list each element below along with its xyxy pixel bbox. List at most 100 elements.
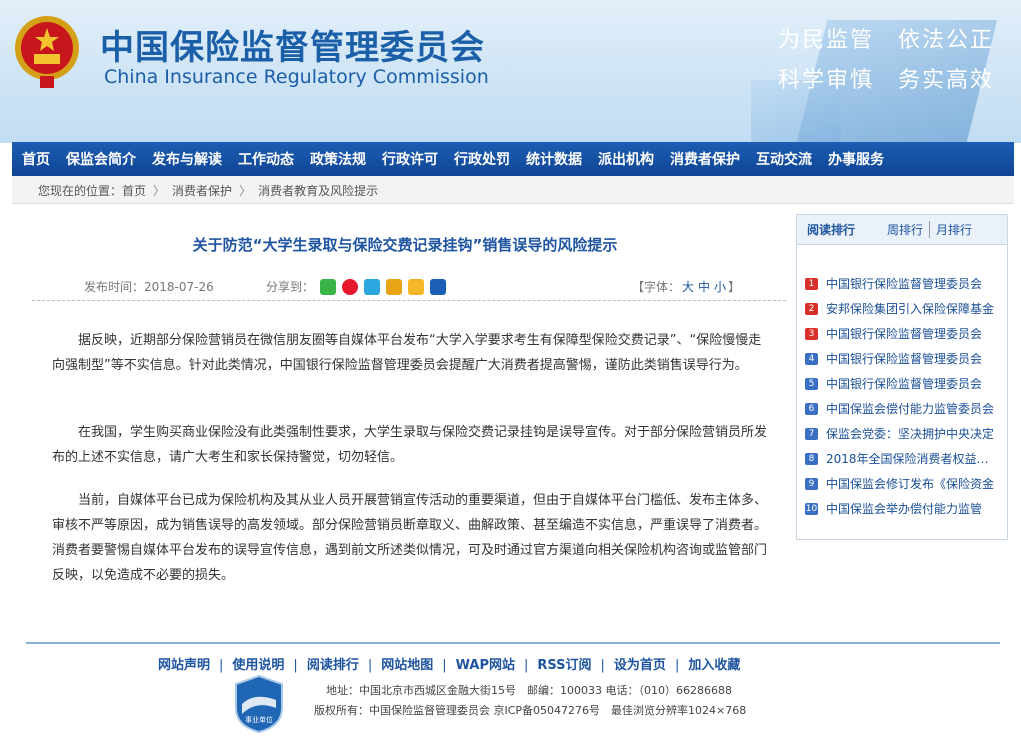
rank-number-badge: 3 <box>805 327 818 340</box>
nav-item-policy[interactable]: 政策法规 <box>310 149 366 169</box>
renren-icon[interactable] <box>430 278 447 295</box>
nav-item-about[interactable]: 保监会简介 <box>66 149 136 169</box>
article-paragraph-1: 据反映，近期部分保险营销员在微信朋友圈等自媒体平台发布“大学入学要求考生有保障型… <box>52 333 762 373</box>
ranking-item-title[interactable]: 中国银行保险监督管理委员会 <box>826 350 996 367</box>
ranking-item-title[interactable]: 保监会党委：坚决拥护中央决定 <box>826 425 996 442</box>
article-meta: 发布时间：2018-07-26 <box>84 278 214 295</box>
breadcrumb-prefix: 您现在的位置： <box>38 184 123 198</box>
ranking-item[interactable]: 1 中国银行保险监督管理委员会 <box>797 271 1007 296</box>
footer-separator: | <box>523 658 529 673</box>
breadcrumb-separator: 〉 <box>239 184 252 198</box>
ranking-item-title[interactable]: 2018年全国保险消费者权益保护 <box>826 450 996 467</box>
rank-number-badge: 5 <box>805 377 818 390</box>
footer-link-ranking[interactable]: 阅读排行 <box>307 658 359 673</box>
tab-read-ranking[interactable]: 阅读排行 <box>807 221 887 238</box>
article-paragraph-3: 当前，自媒体平台已成为保险机构及其从业人员开展营销宣传活动的重要渠道，但由于自媒… <box>52 493 768 583</box>
rank-number-badge: 9 <box>805 477 818 490</box>
tab-monthly-ranking[interactable]: 月排行 <box>929 221 972 238</box>
ranking-item-title[interactable]: 中国保监会修订发布《保险资金 <box>826 475 996 492</box>
ranking-item-title[interactable]: 中国银行保险监督管理委员会 <box>826 275 996 292</box>
ranking-sidebar: 阅读排行 周排行 月排行 1 中国银行保险监督管理委员会 2 安邦保险集团引入保险保障… <box>796 214 1008 540</box>
footer-link-sitemap[interactable]: 网站地图 <box>381 658 433 673</box>
ranking-item-title[interactable]: 中国保监会举办偿付能力监管 <box>826 500 996 517</box>
site-footer: 网站声明 | 使用说明 | 阅读排行 | 网站地图 | WAP网站 | RSS订阅 | 设为首页 | 加入收… <box>0 628 1021 744</box>
share-label: 分享到： <box>266 280 315 294</box>
site-title[interactable]: 中国保险监督管理委员会 <box>100 20 485 69</box>
main-nav: 首页 保监会简介 发布与解读 工作动态 政策法规 行政许可 行政处罚 统计数据 … <box>12 142 1014 176</box>
footer-address: 地址：中国北京市西城区金融大街15号 邮编：100033 电话：（010）662… <box>326 684 732 697</box>
font-size-small[interactable]: 小 <box>714 280 726 294</box>
date-label: 发布时间： <box>84 280 145 294</box>
tab-weekly-ranking[interactable]: 周排行 <box>887 221 923 238</box>
footer-link-statement[interactable]: 网站声明 <box>158 658 210 673</box>
ranking-list: 1 中国银行保险监督管理委员会 2 安邦保险集团引入保险保障基金 3 中国银行保险监督管理… <box>797 271 1007 521</box>
public-institution-badge-icon[interactable]: 事业单位 <box>234 674 284 734</box>
footer-link-wap[interactable]: WAP网站 <box>456 658 515 673</box>
ranking-item-title[interactable]: 中国保监会偿付能力监管委员会 <box>826 400 996 417</box>
article-title: 关于防范“大学生录取与保险交费记录挂钩”销售误导的风险提示 <box>192 236 618 254</box>
ranking-item-title[interactable]: 中国银行保险监督管理委员会 <box>826 325 996 342</box>
rank-number-badge: 4 <box>805 352 818 365</box>
ranking-tabs: 阅读排行 周排行 月排行 <box>797 215 1007 245</box>
nav-item-penalty[interactable]: 行政处罚 <box>454 149 510 169</box>
ranking-item-title[interactable]: 安邦保险集团引入保险保障基金 <box>826 300 996 317</box>
douban-icon[interactable] <box>386 278 403 295</box>
rank-number-badge: 1 <box>805 277 818 290</box>
breadcrumb-home[interactable]: 首页 <box>122 184 146 198</box>
nav-item-work[interactable]: 工作动态 <box>238 149 294 169</box>
ranking-item[interactable]: 7 保监会党委：坚决拥护中央决定 <box>797 421 1007 446</box>
weibo-icon[interactable] <box>342 278 359 295</box>
footer-link-rss[interactable]: RSS订阅 <box>537 658 591 673</box>
ranking-item[interactable]: 2 安邦保险集团引入保险保障基金 <box>797 296 1007 321</box>
publish-date: 2018-07-26 <box>144 280 214 294</box>
slogan-line-2: 科学审慎 务实高效 <box>778 68 995 93</box>
ranking-item[interactable]: 4 中国银行保险监督管理委员会 <box>797 346 1007 371</box>
breadcrumb-separator: 〉 <box>153 184 166 198</box>
main-content: 关于防范“大学生录取与保险交费记录挂钩”销售误导的风险提示 发布时间：2018-… <box>12 204 1014 628</box>
ranking-item[interactable]: 10 中国保监会举办偿付能力监管 <box>797 496 1007 521</box>
footer-link-favorite[interactable]: 加入收藏 <box>688 658 740 673</box>
footer-link-homepage[interactable]: 设为首页 <box>614 658 666 673</box>
article-divider <box>32 300 786 301</box>
font-size-suffix: 】 <box>728 280 741 294</box>
breadcrumb-current[interactable]: 消费者教育及风险提示 <box>258 184 378 198</box>
tencent-weibo-icon[interactable] <box>364 278 381 295</box>
ranking-item[interactable]: 9 中国保监会修订发布《保险资金 <box>797 471 1007 496</box>
ranking-item-title[interactable]: 中国银行保险监督管理委员会 <box>826 375 996 392</box>
rank-number-badge: 2 <box>805 302 818 315</box>
site-header: 中国保险监督管理委员会 China Insurance Regulatory C… <box>0 0 1021 143</box>
ranking-item[interactable]: 8 2018年全国保险消费者权益保护 <box>797 446 1007 471</box>
rank-number-badge: 10 <box>805 502 818 515</box>
breadcrumb-consumer[interactable]: 消费者保护 <box>172 184 232 198</box>
wechat-icon[interactable] <box>320 278 337 295</box>
breadcrumb: 您现在的位置：首页〉消费者保护〉消费者教育及风险提示 <box>12 176 1014 204</box>
nav-item-statistics[interactable]: 统计数据 <box>526 149 582 169</box>
font-size-selector: 【字体：大中小】 <box>632 278 740 295</box>
footer-separator: | <box>442 658 447 673</box>
ranking-item[interactable]: 3 中国银行保险监督管理委员会 <box>797 321 1007 346</box>
footer-link-usage[interactable]: 使用说明 <box>232 658 284 673</box>
rank-number-badge: 8 <box>805 452 818 465</box>
slogan-line-1: 为民监管 依法公正 <box>778 28 995 53</box>
badge-label: 事业单位 <box>245 715 273 724</box>
ranking-item[interactable]: 6 中国保监会偿付能力监管委员会 <box>797 396 1007 421</box>
font-size-medium[interactable]: 中 <box>698 280 710 294</box>
footer-separator: | <box>367 658 373 673</box>
nav-item-releases[interactable]: 发布与解读 <box>152 149 222 169</box>
footer-separator: | <box>674 658 680 673</box>
nav-item-branches[interactable]: 派出机构 <box>598 149 654 169</box>
footer-separator: | <box>293 658 298 673</box>
national-emblem-icon[interactable] <box>12 14 82 90</box>
footer-copyright: 版权所有：中国保险监督管理委员会 京ICP备05047276号 最佳浏览分辨率1… <box>314 704 747 717</box>
nav-item-consumer[interactable]: 消费者保护 <box>670 149 740 169</box>
nav-item-home[interactable]: 首页 <box>22 149 50 169</box>
footer-separator: | <box>219 658 224 673</box>
font-size-large[interactable]: 大 <box>682 280 694 294</box>
ranking-item[interactable]: 5 中国银行保险监督管理委员会 <box>797 371 1007 396</box>
nav-item-license[interactable]: 行政许可 <box>382 149 438 169</box>
nav-item-interaction[interactable]: 互动交流 <box>756 149 812 169</box>
nav-item-services[interactable]: 办事服务 <box>828 149 884 169</box>
site-title-english: China Insurance Regulatory Commission <box>104 66 489 88</box>
qzone-icon[interactable] <box>408 278 425 295</box>
footer-links: 网站声明 | 使用说明 | 阅读排行 | 网站地图 | WAP网站 | RSS订阅 | 设为首页 | 加入收… <box>158 654 740 673</box>
